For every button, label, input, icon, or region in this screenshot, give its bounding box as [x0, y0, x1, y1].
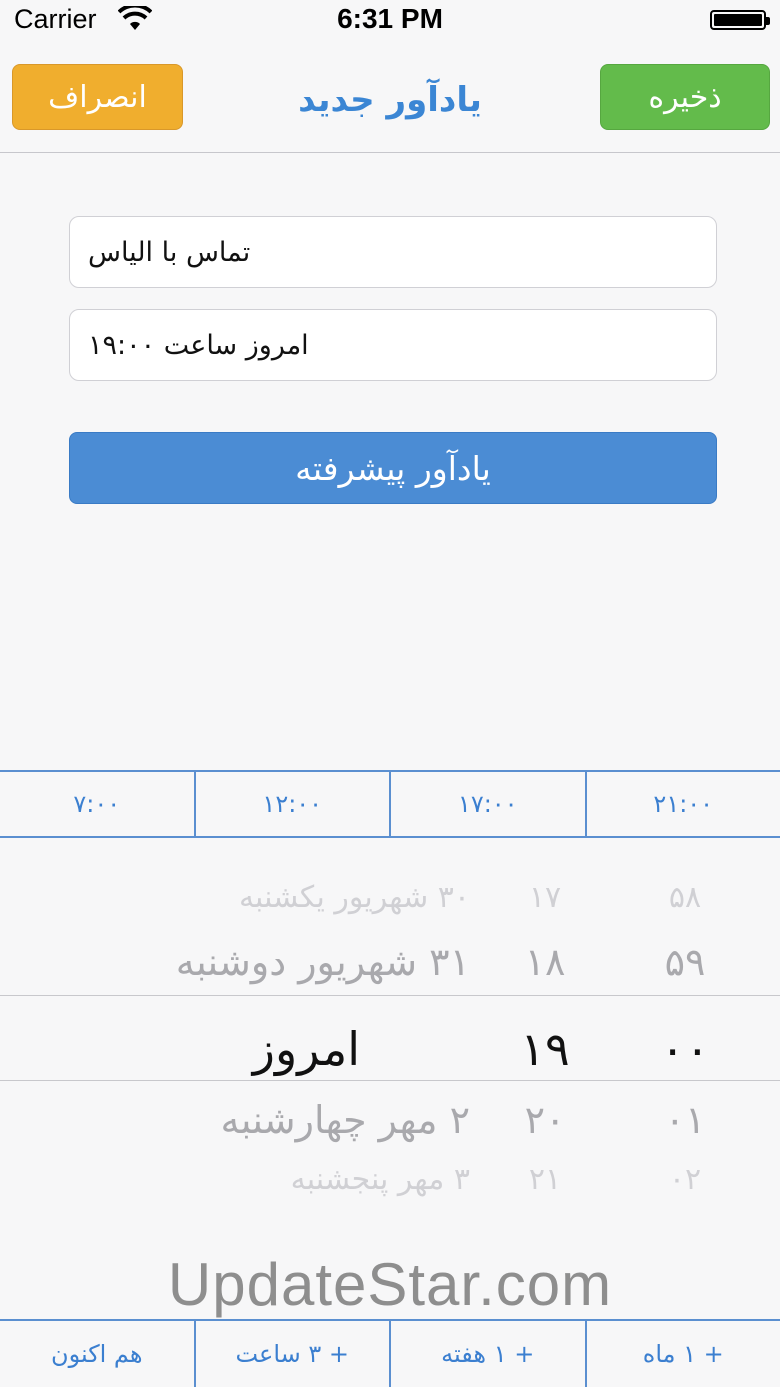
- picker-minute: ۰۱: [664, 1098, 706, 1142]
- picker-minute: ۰۰: [660, 1022, 710, 1076]
- battery-icon: [710, 10, 770, 30]
- picker-hour: ۲۰: [524, 1098, 566, 1142]
- picker-hour: ۱۷: [528, 880, 562, 915]
- status-time: 6:31 PM: [337, 3, 443, 34]
- quick-offset-now[interactable]: هم اکنون: [0, 1321, 196, 1387]
- picker-day: ۳ مهر پنجشنبه: [290, 1162, 470, 1197]
- page-title: یادآور جدید: [298, 80, 482, 120]
- quick-offset-1-week[interactable]: + ۱ هفته: [391, 1321, 587, 1387]
- picker-day: ۲ مهر چهارشنبه: [220, 1098, 471, 1142]
- picker-minute: ۰۲: [668, 1162, 702, 1197]
- quick-time-0700[interactable]: ۷:۰۰: [0, 772, 196, 836]
- quick-time-2100[interactable]: ۲۱:۰۰: [587, 772, 780, 836]
- picker-day: ۳۱ شهریور دوشنبه: [175, 940, 470, 984]
- quick-offset-bar: هم اکنون + ۳ ساعت + ۱ هفته + ۱ ماه: [0, 1319, 780, 1387]
- cancel-button[interactable]: انصراف: [12, 64, 183, 130]
- picker-minute: ۵۹: [664, 940, 706, 984]
- quick-time-1700[interactable]: ۱۷:۰۰: [391, 772, 587, 836]
- quick-offset-3-hours[interactable]: + ۳ ساعت: [196, 1321, 391, 1387]
- picker-hour: ۱۹: [520, 1022, 570, 1076]
- picker-selection-bottom-line: [0, 1080, 780, 1081]
- save-button[interactable]: ذخیره: [600, 64, 770, 130]
- date-time-picker[interactable]: ۳۰ شهریور یکشنبه ۱۷ ۵۸ ۳۱ شهریور دوشنبه …: [0, 840, 780, 1318]
- watermark: UpdateStar.com: [167, 1251, 613, 1318]
- picker-minute: ۵۸: [668, 880, 702, 915]
- reminder-time-field[interactable]: امروز ساعت ۱۹:۰۰: [69, 309, 717, 381]
- picker-hour: ۱۸: [524, 940, 566, 984]
- picker-day: ۳۰ شهریور یکشنبه: [238, 880, 470, 915]
- reminder-title-field[interactable]: تماس با الیاس: [69, 216, 717, 288]
- picker-selection-top-line: [0, 995, 780, 996]
- quick-time-bar: ۷:۰۰ ۱۲:۰۰ ۱۷:۰۰ ۲۱:۰۰: [0, 770, 780, 838]
- quick-offset-1-month[interactable]: + ۱ ماه: [587, 1321, 780, 1387]
- status-bar: Carrier 6:31 PM: [0, 0, 780, 42]
- advanced-reminder-button[interactable]: یادآور پیشرفته: [69, 432, 717, 504]
- navigation-bar: انصراف یادآور جدید ذخیره: [0, 42, 780, 153]
- picker-day: امروز: [252, 1022, 360, 1076]
- quick-time-1200[interactable]: ۱۲:۰۰: [196, 772, 391, 836]
- picker-hour: ۲۱: [528, 1162, 562, 1197]
